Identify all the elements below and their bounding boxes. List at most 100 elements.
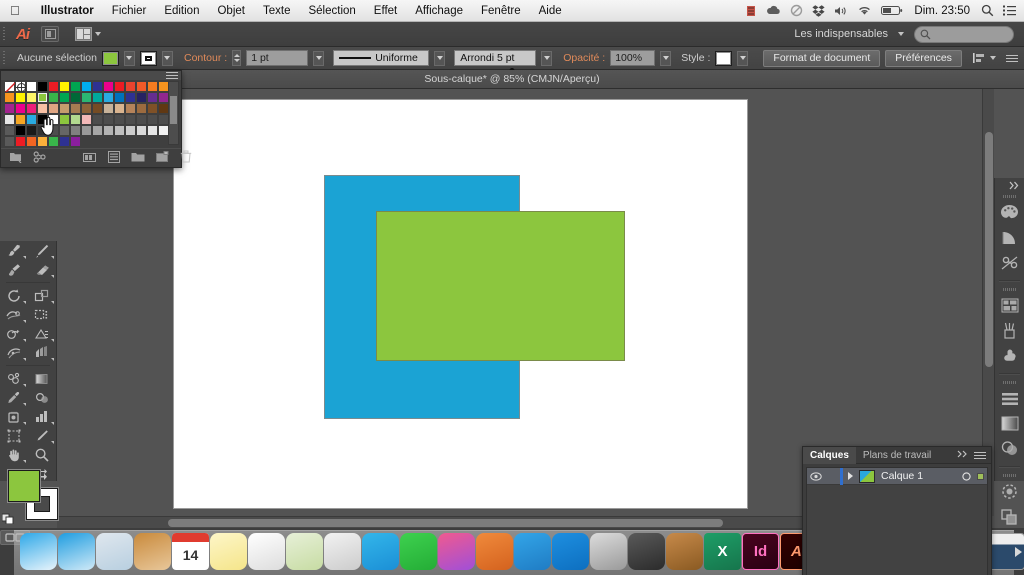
swatch-77[interactable] [26,136,37,147]
search-icon[interactable] [981,4,994,17]
pencil-tool[interactable] [28,241,56,260]
stroke-weight-dropdown[interactable] [313,50,325,66]
tool-expand-triangle[interactable] [23,384,26,387]
stroke-profile-dropdown[interactable] [434,50,446,66]
graphic-style-swatch[interactable] [715,50,733,66]
swatch-7[interactable] [81,81,92,92]
apple-logo-icon[interactable]:  [10,4,20,17]
swatch-21[interactable] [70,92,81,103]
stroke-weight-field[interactable]: 1 pt [246,50,309,66]
arrange-documents-icon[interactable] [75,27,101,41]
swatch-24[interactable] [103,92,114,103]
swatch-36[interactable] [70,103,81,114]
opacity-dropdown[interactable] [660,50,672,66]
new-swatch-icon[interactable] [156,150,169,166]
swatch-84[interactable] [103,136,114,147]
swatch-76[interactable] [15,136,26,147]
stroke-weight-stepper[interactable] [232,50,242,66]
swatches-icon[interactable] [995,293,1024,318]
width-tool[interactable] [0,305,28,324]
swatch-none[interactable] [4,81,16,93]
tool-expand-triangle[interactable] [23,358,26,361]
eyedropper-tool[interactable] [0,388,28,407]
swatch-47[interactable] [26,114,37,125]
wifi-icon[interactable] [857,5,872,16]
dock-group-grip[interactable] [995,472,1024,479]
menu-item-fichier[interactable]: Fichier [103,5,156,17]
eraser-tool[interactable] [28,260,56,279]
color-palette-icon[interactable] [995,200,1024,225]
tool-expand-triangle[interactable] [23,422,26,425]
dock-group-grip[interactable] [995,379,1024,386]
battery-icon[interactable] [881,5,903,16]
scrollbar-thumb[interactable] [985,131,993,367]
swatch-10[interactable] [114,81,125,92]
swatch-61[interactable] [15,125,26,136]
workspace-switcher[interactable]: Les indispensables [794,28,888,40]
swatch-85[interactable] [114,136,125,147]
tool-expand-triangle[interactable] [51,301,54,304]
pathfinder-icon[interactable] [995,504,1024,529]
controlbar-grip[interactable] [0,46,8,71]
expand-icon[interactable] [957,449,968,461]
swatch-11[interactable] [125,81,136,92]
gradient-tool[interactable] [28,369,56,388]
stroke-color-swatch[interactable] [139,50,157,66]
swatch-5[interactable] [59,81,70,92]
dock-item-dropbox[interactable] [552,533,589,570]
menu-item-texte[interactable]: Texte [254,5,300,17]
column-graph-tool[interactable] [28,407,56,426]
swatch-52[interactable] [81,114,92,125]
appearance-icon[interactable] [995,250,1024,275]
tool-expand-triangle[interactable] [51,275,54,278]
swatch-57[interactable] [136,114,147,125]
tool-expand-triangle[interactable] [23,256,26,259]
chevron-right-icon[interactable] [1015,547,1022,557]
collapse-panels-icon[interactable] [995,180,1024,191]
shape-builder-tool[interactable] [0,324,28,343]
swatch-87[interactable] [136,136,147,147]
swatch-15[interactable] [4,92,15,103]
swatch-66[interactable] [70,125,81,136]
swatch-46[interactable] [15,114,26,125]
swatch-65[interactable] [59,125,70,136]
swatch-69[interactable] [103,125,114,136]
dock-item-ibooks[interactable] [476,533,513,570]
swatch-libraries-icon[interactable] [9,151,22,166]
swatch-60[interactable] [4,125,15,136]
opacity-field[interactable]: 100% [610,50,656,66]
graphic-style-dropdown[interactable] [737,50,749,66]
swatch-81[interactable] [70,136,81,147]
perspective-selection-tool[interactable] [28,343,56,362]
swatch-9[interactable] [103,81,114,92]
swatch-62[interactable] [26,125,37,136]
transparency-icon[interactable] [995,436,1024,461]
symbols-icon[interactable] [995,343,1024,368]
brush-combo[interactable]: Arrondi 5 pt [454,50,537,73]
swatch-23[interactable] [92,92,103,103]
menu-bar-clock[interactable]: Dim. 23:50 [912,5,972,17]
swatch-12[interactable] [136,81,147,92]
swatch-6[interactable] [70,81,81,92]
stroke-profile-combo[interactable]: Uniforme [333,50,430,66]
dock-item-garageband[interactable] [666,533,703,570]
swatch-18[interactable] [37,92,48,103]
swatches-panel-header[interactable] [1,71,181,80]
menu-item-fenetre[interactable]: Fenêtre [472,5,530,17]
symbol-tool[interactable] [0,407,28,426]
swatch-54[interactable] [103,114,114,125]
triangle-right-icon[interactable] [843,472,857,480]
perspective-grid-tool[interactable] [28,324,56,343]
zoom-tool[interactable] [28,445,56,464]
swatch-28[interactable] [147,92,158,103]
green-rectangle[interactable] [376,211,625,361]
table-row[interactable]: Calque 1 [807,467,987,485]
dock-item-calendar[interactable]: 14 [172,533,209,570]
dock-item-itunes[interactable] [438,533,475,570]
tab-calques[interactable]: Calques [803,446,856,464]
fill-color-dropdown[interactable] [123,50,135,66]
swatch-30[interactable] [4,103,15,114]
swatch-72[interactable] [136,125,147,136]
swatch-67[interactable] [81,125,92,136]
tool-expand-triangle[interactable] [51,339,54,342]
